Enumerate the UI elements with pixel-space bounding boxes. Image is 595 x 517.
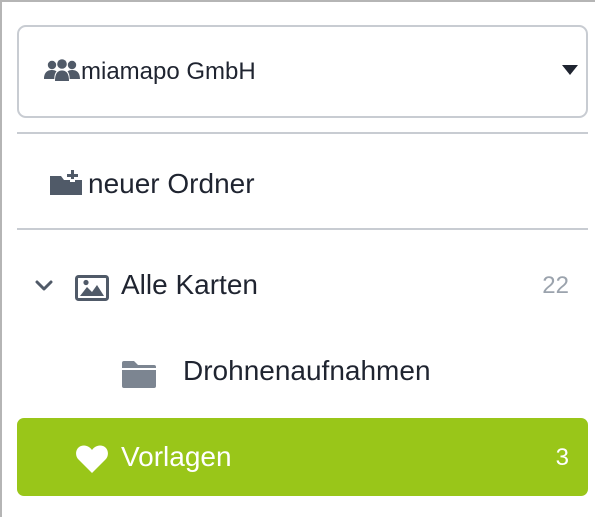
chevron-down-icon[interactable]	[35, 280, 53, 292]
heart-icon	[76, 445, 108, 473]
users-icon	[44, 59, 80, 81]
folder-sidebar: miamapo GmbH neuer Ordner Alle Karten 22	[0, 0, 595, 517]
organization-select[interactable]: miamapo GmbH	[17, 25, 588, 118]
item-count: 22	[542, 272, 569, 299]
caret-down-icon	[562, 65, 578, 75]
folder-icon	[122, 361, 156, 388]
tree-item-label: Drohnenaufnahmen	[183, 355, 431, 386]
new-folder-button[interactable]: neuer Ordner	[17, 152, 588, 214]
image-icon	[75, 275, 109, 301]
item-count: 3	[555, 444, 569, 471]
tree-item-drohnenaufnahmen[interactable]: Drohnenaufnahmen	[17, 332, 588, 410]
tree-item-label: Alle Karten	[121, 269, 258, 300]
divider	[17, 132, 588, 134]
tree-item-all-maps[interactable]: Alle Karten 22	[17, 246, 588, 324]
new-folder-label: neuer Ordner	[88, 168, 255, 199]
divider	[17, 228, 588, 230]
folder-plus-icon	[50, 170, 82, 195]
organization-name: miamapo GmbH	[81, 58, 256, 85]
tree-item-vorlagen[interactable]: Vorlagen 3	[17, 418, 588, 496]
tree-item-label: Vorlagen	[121, 441, 232, 472]
